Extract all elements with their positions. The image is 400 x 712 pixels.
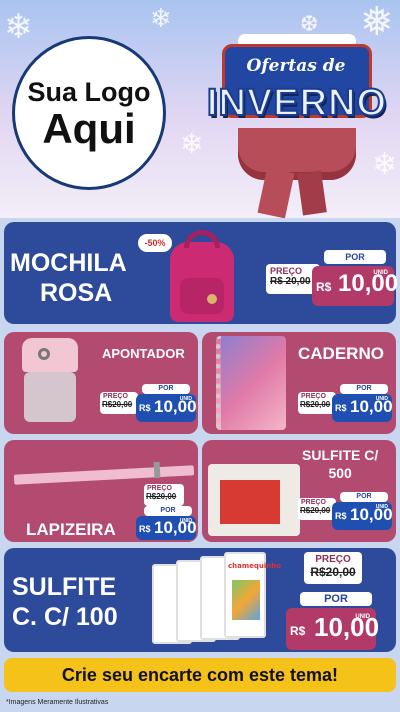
snowflake-icon: ❄ xyxy=(180,127,204,160)
unit-label: UNID xyxy=(373,270,388,276)
banner-subtitle: Ofertas de xyxy=(246,56,346,76)
por-label: POR xyxy=(324,250,386,264)
logo-line2: Aqui xyxy=(42,104,136,152)
unit-label: UNID xyxy=(179,396,192,402)
snowflake-icon: ❄ xyxy=(372,147,398,182)
por-label: POR xyxy=(300,592,372,606)
sale-price: R$ 10,00 UNID xyxy=(136,516,197,540)
currency: R$ xyxy=(335,511,347,521)
cta-banner[interactable]: Crie seu encarte com este tema! xyxy=(4,658,396,692)
banner-title: INVERNO xyxy=(206,81,388,125)
preco-label: PREÇO xyxy=(301,499,326,506)
por-label: POR xyxy=(144,506,192,516)
product-card-caderno[interactable]: CADERNO PREÇO R$20,00 POR R$ 10,00 UNID xyxy=(202,332,396,434)
sale-price: R$ 10,00 UNID xyxy=(312,266,398,306)
por-label: POR xyxy=(142,384,190,394)
product-card-sulfite-500[interactable]: SULFITE C/ 500 PREÇO R$20,00 POR R$ 10,0… xyxy=(202,440,396,542)
preco-label: PREÇO xyxy=(315,554,351,565)
product-title-mochila: MOCHILA ROSA xyxy=(10,248,127,308)
old-price-tag: PREÇO R$20,00 xyxy=(298,498,336,520)
hero-banner: ❄ ❄ ❄ ❅ ❄ ❆ Sua Logo Aqui Ofertas de INV… xyxy=(0,0,400,218)
title-line1: MOCHILA xyxy=(10,249,127,277)
old-price-tag: PREÇO R$20,00 xyxy=(100,392,138,414)
old-price-tag: PREÇO R$20,00 xyxy=(144,484,184,506)
title-line2: 500 xyxy=(328,465,352,481)
currency: R$ xyxy=(335,403,347,413)
product-card-mochila[interactable]: MOCHILA ROSA -50% PREÇO R$ 20,00 POR R$ … xyxy=(4,222,398,324)
discount-badge: -50% xyxy=(138,234,172,252)
logo-placeholder[interactable]: Sua Logo Aqui xyxy=(12,36,166,190)
product-title: SULFITE C/ 500 xyxy=(302,446,378,482)
preco-label: PREÇO xyxy=(301,393,326,400)
product-card-lapizeira[interactable]: PREÇO R$20,00 POR R$ 10,00 UNID LAPIZEIR… xyxy=(4,440,198,542)
currency: R$ xyxy=(139,403,151,413)
product-title: SULFITE C. C/ 100 xyxy=(12,572,118,632)
title-line1: SULFITE xyxy=(12,573,117,601)
por-label: POR xyxy=(340,384,388,394)
snowflake-icon: ❄ xyxy=(4,7,33,47)
old-price-tag: PREÇO R$20,00 xyxy=(298,392,336,414)
product-card-apontador[interactable]: APONTADOR PREÇO R$20,00 POR R$ 10,00 UNI… xyxy=(4,332,198,434)
old-price: R$20,00 xyxy=(102,400,133,409)
old-price-tag: PREÇO R$20,00 xyxy=(304,552,362,584)
product-title: APONTADOR xyxy=(102,346,185,361)
product-card-sulfite-100[interactable]: SULFITE C. C/ 100 chamequinho PREÇO R$20… xyxy=(4,548,396,652)
snowflake-icon: ❄ xyxy=(150,4,172,34)
snowflake-icon: ❅ xyxy=(360,0,394,45)
brand-label: chamequinho xyxy=(228,562,282,570)
title-line1: SULFITE C/ xyxy=(302,447,379,463)
notebook-image xyxy=(216,336,286,430)
unit-label: UNID xyxy=(375,504,388,510)
por-label: POR xyxy=(340,492,388,502)
product-title: CADERNO xyxy=(298,344,384,363)
disclaimer: *Imagens Meramente Ilustrativas xyxy=(6,699,109,706)
preco-label: PREÇO xyxy=(103,393,128,400)
scarf-illustration xyxy=(238,128,356,180)
sale-price: R$ 10,00 UNID xyxy=(136,394,197,422)
title-line2: ROSA xyxy=(40,279,113,307)
snowflake-icon: ❆ xyxy=(300,12,319,37)
price-value: 10,00 xyxy=(338,270,399,297)
currency: R$ xyxy=(316,280,332,294)
old-price: R$20,00 xyxy=(300,506,331,515)
sale-price: R$ 10,00 UNID xyxy=(332,394,393,422)
currency: R$ xyxy=(290,624,306,638)
unit-label: UNID xyxy=(375,396,388,402)
unit-label: UNID xyxy=(355,614,370,620)
sale-price: R$ 10,00 UNID xyxy=(286,608,379,650)
title-line2: C. C/ 100 xyxy=(12,603,118,631)
currency: R$ xyxy=(139,524,151,534)
logo-line1: Sua Logo xyxy=(27,76,151,107)
old-price: R$20,00 xyxy=(146,492,177,501)
sale-price: R$ 10,00 UNID xyxy=(332,502,393,530)
preco-label: PREÇO xyxy=(147,485,172,492)
unit-label: UNID xyxy=(179,518,192,524)
old-price: R$20,00 xyxy=(310,565,356,579)
product-title: LAPIZEIRA xyxy=(26,520,116,539)
old-price: R$20,00 xyxy=(300,400,331,409)
